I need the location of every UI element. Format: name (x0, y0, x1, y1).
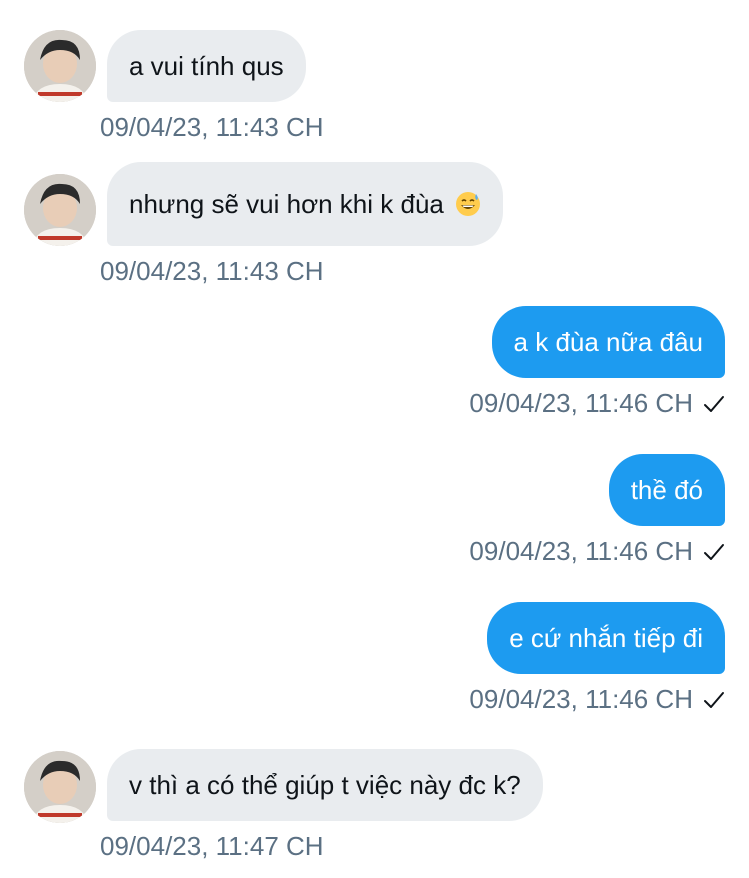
avatar-image (24, 751, 96, 823)
message-row-incoming: v thì a có thể giúp t việc này đc k? 09/… (0, 0, 749, 878)
message-bubble[interactable]: v thì a có thể giúp t việc này đc k? (107, 749, 543, 821)
message-text: v thì a có thể giúp t việc này đc k? (129, 770, 521, 800)
avatar[interactable] (24, 751, 96, 823)
message-timestamp: 09/04/23, 11:47 CH (100, 831, 324, 861)
